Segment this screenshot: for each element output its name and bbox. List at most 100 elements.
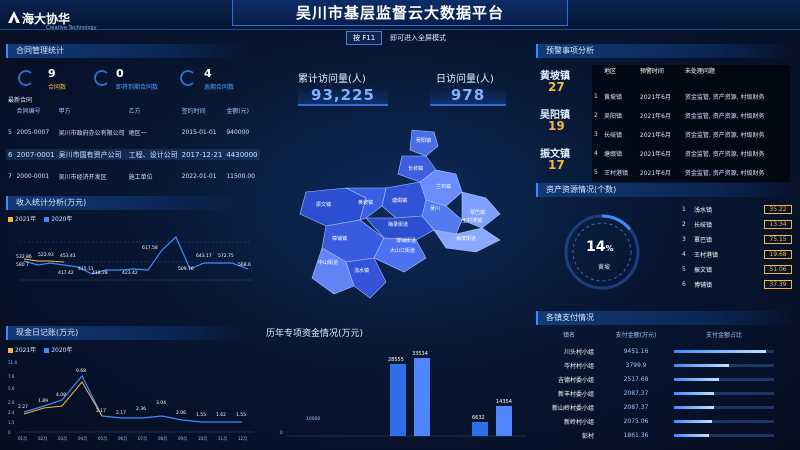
expense-legend: 2021年 2020年 [8,345,72,354]
income-label: 522.93 [38,252,54,258]
payment-share-bar [674,405,774,409]
payment-share-bar [674,377,774,381]
map-label: 中山街道 [318,259,338,266]
map-label: 塘缀镇 [392,197,407,204]
y-tick: 2.4 [8,410,15,415]
expense-label: 1.55 [196,412,206,418]
funds-bar [414,358,430,436]
daily-visits-value: 978 [430,86,506,106]
list-item[interactable]: 5 振文镇 51.06 [682,262,792,277]
income-label: 580.7 [16,262,29,268]
income-legend: 2021年 2020年 [8,214,72,223]
map-label: 浅水镇 [354,267,369,274]
assets-panel-title: 资产资源情况(个数) [536,183,794,197]
expense-label: 2.17 [96,408,106,414]
expense-label: 9.68 [76,368,86,374]
income-label: 418.28 [92,270,108,276]
table-row[interactable]: 吉德村委小组 2517.68 [540,372,794,386]
legend-label: 2021年 [15,216,37,223]
x-tick: 01月 [18,436,27,441]
x-tick: 12月 [238,436,247,441]
map-region-zhenwen[interactable] [299,187,367,227]
y-tick: 1.5 [8,420,15,425]
table-row[interactable]: 5 2005-0007 吴川市政府办公有限公司 地区一 2015-01-01 9… [6,127,260,138]
x-tick: 06月 [118,436,127,441]
fullscreen-key-badge[interactable]: 按 F11 [346,31,383,45]
map-label: 樟铺镇 [332,235,347,242]
table-row[interactable]: 新丰村委小组 2087.37 [540,386,794,400]
legend-label: 2020年 [51,216,73,223]
payment-share-bar [674,391,774,395]
table-row[interactable]: 5 王村港镇 2021年6月 资金监管, 资产资源, 村级财务 [592,163,790,182]
legend-swatch-2020 [44,217,50,222]
table-row[interactable]: 新山岭村委小组 2087.37 [540,400,794,414]
table-row[interactable]: 彭村 1861.36 [540,428,794,442]
table-row[interactable]: 川头村小组 9451.16 [540,344,794,358]
latest-contract-label: 最新合同 [8,97,33,104]
x-tick: 08月 [158,436,167,441]
legend-swatch-2020 [44,348,50,353]
contract-count-icon [18,70,34,86]
alert-town-count: 19 [548,119,565,133]
contract-count-label: 合同数 [48,84,67,91]
payment-share-bar [674,363,774,367]
payment-share-fill [674,349,766,353]
y-tick: 2.6 [8,400,15,405]
payments-table: 川头村小组 9451.16 岑村村小组 3799.9 吉德村委小组 2517.68 新丰村委… [540,344,794,442]
contract-table: 合同编号 甲方 乙方 签约时间 金额(元) 5 2005-0007 吴川市政府办… [6,105,260,182]
region-map: 吴阳镇 长岐镇 兰石镇 覃巴镇 王村港镇 博铺街道 梅录街道 塘缀镇 浅水镇 振… [299,129,501,299]
expense-label: 1.55 [236,412,246,418]
table-row[interactable]: 岑村村小组 3799.9 [540,358,794,372]
table-row[interactable]: 7 2000-0001 吴川市经济开发区 施工单位 2022-01-01 115… [6,171,260,182]
page-title: 吴川市基层监督云大数据平台 [232,0,568,26]
table-row[interactable]: 3 长岐镇 2021年6月 资金监管, 资产资源, 村级财务 [592,125,790,144]
map-region-qianshui[interactable] [345,257,387,299]
table-row[interactable]: 2 吴阳镇 2021年6月 资金监管, 资产资源, 村级财务 [592,106,790,125]
town-name: 新山岭村委小组 [551,404,594,412]
contract-count-value: 9 [48,67,56,80]
list-item[interactable]: 4 王村港镇 19.68 [682,247,792,262]
x-tick: 02月 [38,436,47,441]
legend-swatch-2021 [8,348,13,353]
payment-share-bar [674,433,774,437]
bar-label: 6632 [472,415,485,421]
map-label: 兰石镇 [436,183,451,190]
table-row[interactable]: 6 2007-0001 吴川市国有资产公司 工程、设计公司 2017-12-21… [6,149,260,160]
map-label: 振文镇 [316,201,331,208]
map-label: 博铺街道 [396,237,416,244]
col-header: 甲方 [58,108,71,115]
list-item[interactable]: 1 浅水镇 35.22 [682,202,792,217]
payment-amount: 2517.68 [623,375,649,383]
total-visits-value: 93,225 [298,86,388,106]
alerts-table: 地区 预警时间 未处理问题 1 黄坡镇 2021年6月 资金监管, 资产资源, … [592,65,790,182]
list-item[interactable]: 6 博铺镇 37.39 [682,277,792,292]
x-tick: 04月 [78,436,87,441]
funds-bar [496,406,512,436]
col-header: 合同编号 [16,108,41,115]
alert-town-count: 27 [548,80,565,94]
expense-label: 3.04 [156,400,166,406]
table-row[interactable]: 4 塘缀镇 2021年6月 资金监管, 资产资源, 村级财务 [592,144,790,163]
town-name: 新丰村委小组 [557,390,594,398]
col-header: 未处理问题 [684,68,715,75]
legend-swatch-2021 [8,217,13,222]
table-row[interactable]: 新岭村小组 2075.06 [540,414,794,428]
list-item[interactable]: 3 覃巴镇 75.15 [682,232,792,247]
payment-share-bar [674,349,774,353]
overdue-contract-label: 逾期合同数 [204,84,235,91]
payment-amount: 3799.9 [625,361,647,369]
list-item[interactable]: 2 长岐镇 13.34 [682,217,792,232]
expense-label: 2.27 [18,404,28,410]
expense-label: 1.89 [38,398,48,404]
alerts-panel-title: 预警事项分析 [536,44,794,58]
col-header: 签约时间 [181,108,206,115]
expiring-contract-icon [94,70,110,86]
income-line-chart: 532.86 522.93 453.41 415.11 417.42 418.2… [16,235,252,281]
table-row[interactable]: 1 黄坡镇 2021年6月 资金监管, 资产资源, 村级财务 [592,87,790,106]
alerts-table-header: 地区 预警时间 未处理问题 [592,65,790,76]
income-label: 617.58 [142,245,158,251]
payment-amount: 2087.37 [623,403,649,411]
daily-visits-label: 日访问量(人) [436,74,494,85]
income-panel-title: 收入统计分析(万元) [6,196,246,210]
expiring-contract-value: 0 [116,67,124,80]
